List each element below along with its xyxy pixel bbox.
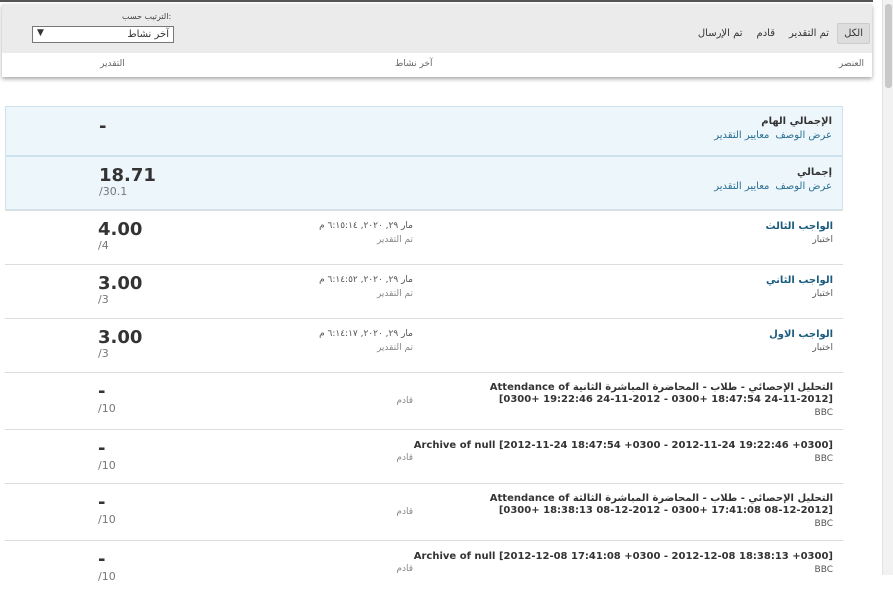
row-status: تم التقدير [376, 235, 413, 245]
row-out-of: /3 [98, 293, 109, 306]
grade-row: الواجب الثالث اختبار مار ٢٩, ٢٠٢٠, ٦:١٥:… [5, 210, 843, 264]
row-title-link[interactable]: الواجب الثالث [765, 221, 833, 232]
row-score: 3.00 [98, 327, 143, 348]
row-title: Archive of null [2012-12-08 17:41:08 +03… [413, 551, 833, 562]
row-links: عرض الوصف معايير التقدير [714, 130, 832, 141]
row-status: قادم [396, 507, 413, 517]
row-type: اختبار [812, 289, 833, 299]
row-title-link[interactable]: الواجب الاول [769, 329, 833, 340]
row-title: Attendance of التحليل الإحصائي - طلاب - … [489, 382, 833, 405]
grade-row: Attendance of التحليل الإحصائي - طلاب - … [5, 372, 843, 429]
row-links: عرض الوصف معايير التقدير [714, 181, 832, 192]
row-out-of: /10 [98, 402, 116, 415]
row-out-of: /30.1 [99, 185, 128, 198]
filter-tabs: الكل تم التقدير قادم تم الإرسال [692, 23, 870, 44]
row-score: - [99, 116, 107, 137]
row-out-of: /10 [98, 459, 116, 472]
sort-select[interactable]: ▼ آخر نشاط [32, 26, 174, 43]
view-description-link[interactable]: عرض الوصف [775, 130, 832, 141]
row-score: - [98, 438, 106, 459]
row-type: BBC [814, 454, 833, 464]
row-score: - [98, 381, 106, 402]
filter-bar: الكل تم التقدير قادم تم الإرسال الترتيب … [2, 4, 872, 77]
row-title: الإجمالي الهام [761, 116, 832, 127]
rubric-link[interactable]: معايير التقدير [714, 130, 769, 141]
row-out-of: /10 [98, 513, 116, 526]
row-score: - [98, 549, 106, 570]
filter-all[interactable]: الكل [837, 23, 870, 44]
row-type: اختبار [812, 343, 833, 353]
grade-row: Archive of null [2012-12-08 17:41:08 +03… [5, 540, 843, 594]
grade-row: Attendance of التحليل الإحصائي - طلاب - … [5, 483, 843, 540]
grade-row: الواجب الثاني اختبار مار ٢٩, ٢٠٢٠, ٦:١٤:… [5, 264, 843, 318]
view-description-link[interactable]: عرض الوصف [775, 181, 832, 192]
grade-row-total: إجمالي عرض الوصف معايير التقدير 18.71 /3… [5, 156, 843, 210]
row-status: قادم [396, 564, 413, 574]
column-item[interactable]: العنصر [839, 59, 864, 69]
grade-row-important-total: الإجمالي الهام عرض الوصف معايير التقدير … [5, 106, 843, 156]
top-rule [0, 0, 873, 2]
dropdown-arrow-icon: ▼ [37, 28, 44, 38]
row-status: تم التقدير [376, 289, 413, 299]
grades-list: الإجمالي الهام عرض الوصف معايير التقدير … [5, 106, 843, 594]
column-header: العنصر آخر نشاط التقدير [2, 53, 872, 77]
row-title: Attendance of التحليل الإحصائي - طلاب - … [489, 493, 833, 516]
row-title: Archive of null [2012-11-24 18:47:54 +03… [413, 440, 833, 451]
row-status: تم التقدير [376, 343, 413, 353]
row-status: قادم [396, 396, 413, 406]
row-score: 18.71 [99, 165, 156, 186]
row-status: قادم [396, 453, 413, 463]
grade-row: Archive of null [2012-11-24 18:47:54 +03… [5, 429, 843, 483]
row-date: مار ٢٩, ٢٠٢٠, ٦:١٥:١٤ م [319, 221, 413, 231]
filter-graded[interactable]: تم التقدير [783, 24, 835, 43]
row-score: 4.00 [98, 219, 143, 240]
row-type: BBC [814, 519, 833, 529]
rubric-link[interactable]: معايير التقدير [714, 181, 769, 192]
row-type: BBC [814, 565, 833, 575]
row-type: اختبار [812, 235, 833, 245]
sort-label: الترتيب حسب: [122, 12, 172, 21]
row-score: - [98, 492, 106, 513]
row-title: إجمالي [797, 167, 832, 178]
row-title-link[interactable]: الواجب الثاني [766, 275, 833, 286]
row-score: 3.00 [98, 273, 143, 294]
grade-row: الواجب الاول اختبار مار ٢٩, ٢٠٢٠, ٦:١٤:١… [5, 318, 843, 372]
filter-submitted[interactable]: تم الإرسال [692, 24, 749, 43]
scrollbar[interactable] [882, 0, 893, 575]
column-last-activity[interactable]: آخر نشاط [395, 59, 433, 69]
column-grade[interactable]: التقدير [100, 59, 125, 69]
row-date: مار ٢٩, ٢٠٢٠, ٦:١٤:١٧ م [319, 329, 413, 339]
row-type: BBC [814, 408, 833, 418]
filter-upcoming[interactable]: قادم [751, 24, 781, 43]
row-out-of: /3 [98, 347, 109, 360]
row-out-of: /10 [98, 570, 116, 583]
row-out-of: /4 [98, 239, 109, 252]
scrollbar-thumb[interactable] [885, 4, 892, 88]
row-date: مار ٢٩, ٢٠٢٠, ٦:١٤:٥٢ م [319, 275, 413, 285]
sort-value: آخر نشاط [127, 29, 169, 40]
